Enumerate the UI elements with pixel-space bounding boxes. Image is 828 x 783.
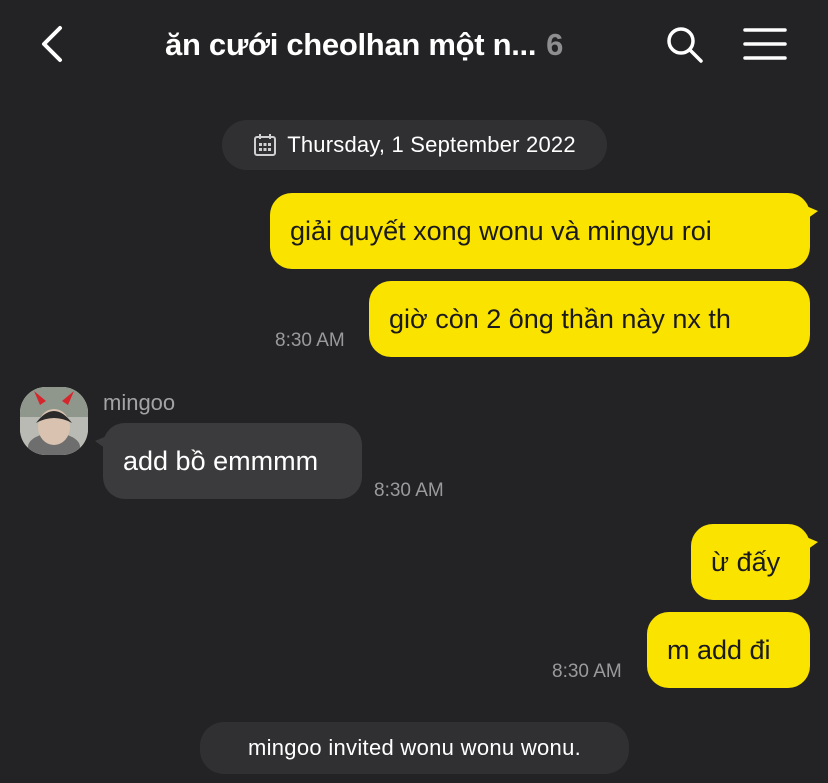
calendar-icon bbox=[254, 134, 277, 156]
message-bubble-sent[interactable]: giải quyết xong wonu và mingyu roi bbox=[270, 193, 818, 269]
hamburger-menu-icon bbox=[743, 28, 787, 60]
message-timestamp: 8:30 AM bbox=[275, 330, 345, 351]
message-text: add bồ emmmm bbox=[123, 445, 319, 476]
date-text: Thursday, 1 September 2022 bbox=[287, 132, 576, 157]
sender-name: mingoo bbox=[103, 390, 176, 415]
message-bubble-sent[interactable]: m add đi bbox=[647, 612, 810, 688]
message-text: giải quyết xong wonu và mingyu roi bbox=[290, 215, 712, 246]
message-timestamp: 8:30 AM bbox=[552, 661, 622, 682]
avatar-photo bbox=[20, 387, 88, 455]
system-message: mingoo invited wonu wonu wonu. bbox=[200, 722, 629, 774]
message-bubble-sent[interactable]: giờ còn 2 ông thần này nx th bbox=[369, 281, 810, 357]
message-text: ừ đấy bbox=[711, 546, 781, 577]
back-button[interactable] bbox=[38, 24, 70, 64]
system-message-text: mingoo invited wonu wonu wonu. bbox=[247, 735, 582, 760]
menu-button[interactable] bbox=[743, 26, 787, 62]
chevron-left-icon bbox=[42, 26, 62, 62]
chat-header: ăn cưới cheolhan một n... 6 bbox=[0, 0, 828, 90]
message-timestamp: 8:30 AM bbox=[374, 480, 444, 501]
search-icon bbox=[667, 27, 703, 63]
date-divider: Thursday, 1 September 2022 bbox=[222, 120, 607, 170]
chat-title-group[interactable]: ăn cưới cheolhan một n... 6 bbox=[165, 24, 563, 66]
message-text: m add đi bbox=[667, 634, 771, 665]
chat-title: ăn cưới cheolhan một n... bbox=[165, 27, 537, 62]
message-bubble-sent[interactable]: ừ đấy bbox=[691, 524, 818, 600]
message-bubble-received[interactable]: add bồ emmmm bbox=[95, 423, 362, 499]
member-count: 6 bbox=[546, 27, 564, 62]
message-text: giờ còn 2 ông thần này nx th bbox=[389, 303, 731, 334]
avatar[interactable] bbox=[20, 387, 88, 455]
search-button[interactable] bbox=[664, 24, 704, 64]
